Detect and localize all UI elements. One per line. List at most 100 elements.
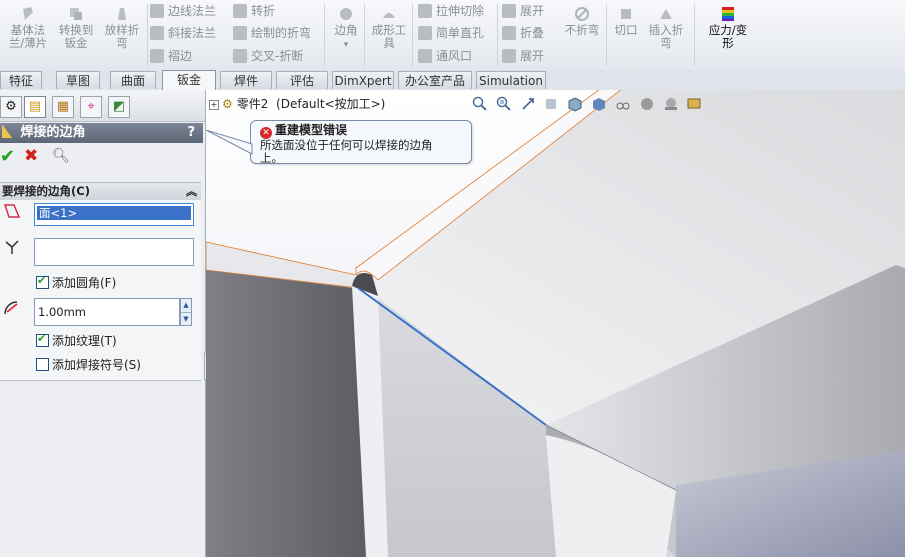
add-fillet-checkbox[interactable]: 添加圆角(F) bbox=[36, 274, 116, 290]
group-title: 要焊接的边角(C) bbox=[2, 184, 90, 198]
section-view-icon[interactable] bbox=[543, 96, 559, 112]
insert-bends-button[interactable]: 插入折 弯 bbox=[644, 6, 688, 50]
rip-button[interactable]: 切口 bbox=[610, 6, 642, 37]
selected-faces-list[interactable]: 面<1> bbox=[34, 203, 194, 226]
tab-office-products[interactable]: 办公室产品 bbox=[398, 71, 472, 89]
property-manager-tab[interactable]: ▤ bbox=[24, 96, 46, 118]
hem-button[interactable]: 褶边 bbox=[150, 47, 192, 65]
collapse-chevron-icon[interactable]: ︽ bbox=[186, 183, 197, 200]
edit-appearance-icon[interactable] bbox=[639, 96, 655, 112]
ribbon-separator bbox=[324, 4, 325, 66]
insert-bends-icon bbox=[660, 9, 672, 19]
stress-deformation-icon bbox=[722, 7, 734, 21]
radius-icon bbox=[3, 300, 21, 319]
spin-down-icon[interactable]: ▼ bbox=[181, 313, 191, 326]
tab-simulation[interactable]: Simulation bbox=[476, 71, 546, 89]
ribbon-separator bbox=[147, 4, 148, 66]
jog-button[interactable]: 转折 bbox=[233, 2, 275, 20]
corners-to-weld-group-header[interactable]: 要焊接的边角(C) ︽ bbox=[0, 182, 201, 201]
vent-button[interactable]: 通风口 bbox=[418, 47, 472, 65]
flatten-icon bbox=[502, 49, 516, 63]
stop-at-face-field[interactable] bbox=[34, 238, 194, 266]
hide-show-items-icon[interactable] bbox=[615, 96, 631, 112]
feature-tree-flyout[interactable]: + ⚙ 零件2 (Default<按加工>) bbox=[209, 96, 385, 112]
vent-icon bbox=[418, 49, 432, 63]
jog-icon bbox=[233, 4, 247, 18]
no-bends-icon bbox=[575, 7, 589, 21]
zoom-to-area-icon[interactable] bbox=[496, 96, 512, 112]
face-selection-icon bbox=[3, 204, 21, 221]
help-button[interactable]: ? bbox=[187, 123, 195, 143]
tab-weldments[interactable]: 焊件 bbox=[220, 71, 272, 89]
stress-deformation-button[interactable]: 应力/变 形 bbox=[704, 6, 752, 50]
unfold-icon bbox=[502, 4, 516, 18]
display-style-icon[interactable] bbox=[591, 96, 607, 112]
tab-features[interactable]: 特征 bbox=[0, 71, 42, 89]
dimxpert-manager-tab[interactable]: ⌖ bbox=[80, 96, 102, 118]
tab-sheet-metal[interactable]: 钣金 bbox=[162, 70, 216, 90]
ok-check-icon[interactable]: ✔ bbox=[0, 146, 15, 167]
tab-surfaces[interactable]: 曲面 bbox=[110, 71, 156, 89]
property-manager-header: 焊接的边角 ? bbox=[0, 123, 203, 143]
spin-up-icon[interactable]: ▲ bbox=[181, 299, 191, 313]
tab-evaluate[interactable]: 评估 bbox=[276, 71, 328, 89]
zoom-to-fit-icon[interactable] bbox=[472, 96, 488, 112]
view-settings-icon[interactable] bbox=[686, 96, 702, 112]
add-weld-symbol-checkbox[interactable]: 添加焊接符号(S) bbox=[36, 358, 141, 372]
radius-input[interactable]: 1.00mm bbox=[34, 298, 180, 326]
ribbon-separator bbox=[364, 4, 365, 66]
previous-view-icon[interactable] bbox=[520, 96, 536, 112]
miter-flange-button[interactable]: 斜接法兰 bbox=[150, 24, 216, 42]
configuration-name: (Default<按加工>) bbox=[276, 97, 386, 111]
error-title: 重建模型错误 bbox=[275, 123, 348, 137]
convert-to-sheet-metal-button[interactable]: 转换到 钣金 bbox=[54, 6, 98, 50]
edge-flange-button[interactable]: 边线法兰 bbox=[150, 2, 216, 20]
ribbon-separator bbox=[412, 4, 413, 66]
rip-icon bbox=[621, 9, 631, 19]
part-name: 零件2 bbox=[236, 97, 269, 111]
left-inner-wall[interactable] bbox=[206, 270, 376, 557]
simple-hole-button[interactable]: 简单直孔 bbox=[418, 24, 484, 42]
view-orientation-icon[interactable] bbox=[567, 96, 583, 112]
dimxpert-icon: ⌖ bbox=[87, 99, 95, 114]
ribbon-separator bbox=[606, 4, 607, 66]
feature-tree-icon: ⚙ bbox=[5, 99, 17, 114]
lofted-bend-icon bbox=[118, 8, 126, 20]
apply-scene-icon[interactable] bbox=[663, 96, 679, 112]
selected-face-item[interactable]: 面<1> bbox=[37, 206, 191, 220]
chevron-down-icon: ▾ bbox=[343, 40, 349, 50]
tab-dimxpert[interactable]: DimXpert bbox=[332, 71, 394, 89]
forming-tool-button[interactable]: 成形工 具 bbox=[368, 6, 410, 50]
base-flange-button[interactable]: 基体法 兰/薄片 bbox=[6, 6, 50, 50]
ribbon-separator bbox=[694, 4, 695, 66]
configuration-manager-tab[interactable]: ▦ bbox=[52, 96, 74, 118]
feature-manager-tab[interactable]: ⚙ bbox=[0, 96, 22, 118]
preview-magnifier-icon[interactable]: 🔍︎ bbox=[52, 148, 70, 164]
fold-icon bbox=[502, 26, 516, 40]
extruded-cut-button[interactable]: 拉伸切除 bbox=[418, 2, 484, 20]
unfold-button[interactable]: 展开 bbox=[502, 2, 544, 20]
graphics-area[interactable]: + ⚙ 零件2 (Default<按加工>) ✕ 重建模型错误 所选面没位于任何可以焊… bbox=[206, 90, 905, 557]
convert-to-sheet-metal-icon bbox=[70, 8, 82, 20]
add-texture-checkbox[interactable]: 添加纹理(T) bbox=[36, 332, 117, 348]
forming-tool-icon bbox=[383, 13, 395, 18]
corners-button[interactable]: 边角 ▾ bbox=[330, 6, 362, 52]
expand-plus-icon[interactable]: + bbox=[209, 100, 219, 110]
cancel-x-icon[interactable]: ✖ bbox=[24, 146, 38, 166]
miter-flange-icon bbox=[150, 26, 164, 40]
part-icon: ⚙ bbox=[222, 97, 233, 111]
flatten-button[interactable]: 展开 bbox=[502, 47, 544, 65]
tab-sketch[interactable]: 草图 bbox=[56, 71, 100, 89]
hem-icon bbox=[150, 49, 164, 63]
command-manager-ribbon: 基体法 兰/薄片 转换到 钣金 放样折 弯 边线法兰 斜接法兰 褶边 转折 绘制… bbox=[0, 0, 905, 71]
cross-break-button[interactable]: 交叉-折断 bbox=[233, 47, 303, 65]
display-manager-tab[interactable]: ◩ bbox=[108, 96, 130, 118]
sketched-bend-button[interactable]: 绘制的折弯 bbox=[233, 24, 311, 42]
radius-spinner[interactable]: ▲ ▼ bbox=[180, 298, 192, 326]
edge-flange-icon bbox=[150, 4, 164, 18]
checkbox-unchecked-icon bbox=[36, 358, 49, 371]
error-message-line2: 上。 bbox=[260, 151, 283, 165]
fold-button[interactable]: 折叠 bbox=[502, 24, 544, 42]
lofted-bend-button[interactable]: 放样折 弯 bbox=[100, 6, 144, 50]
no-bends-button[interactable]: 不折弯 bbox=[560, 6, 604, 37]
